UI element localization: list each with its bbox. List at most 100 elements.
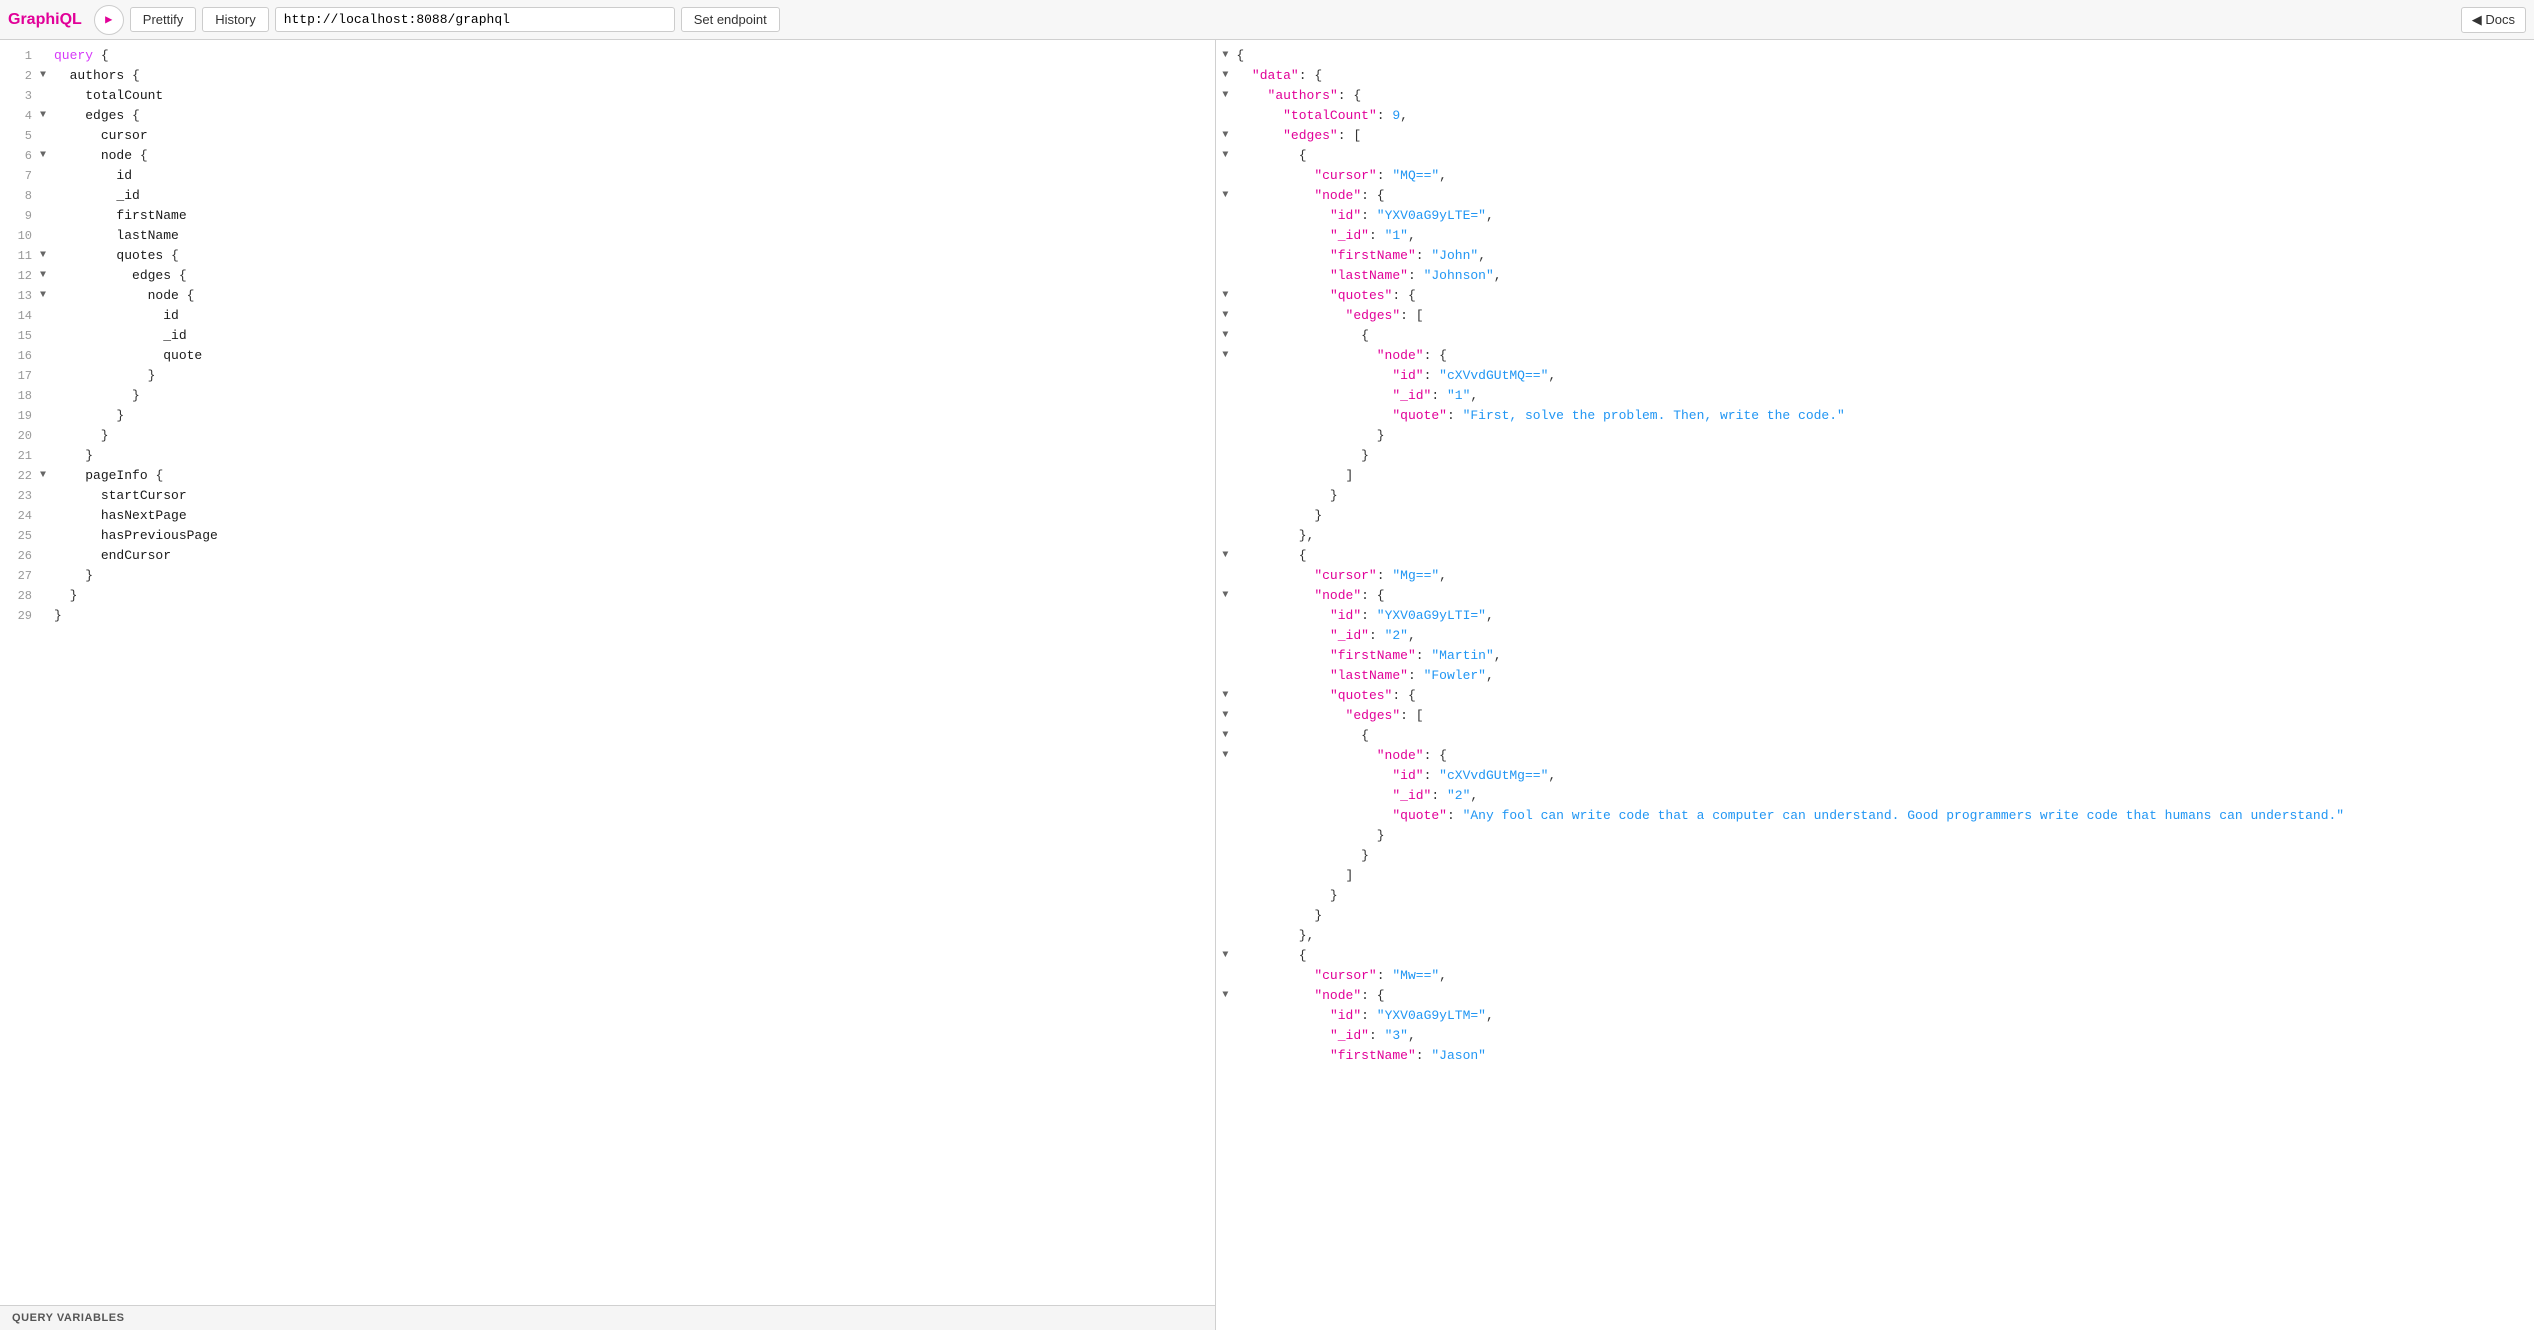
result-collapse-arrow[interactable]: ▼ — [1222, 548, 1236, 561]
collapse-arrow[interactable]: ▼ — [40, 68, 54, 81]
result-line-content: "node": { — [1236, 748, 1447, 763]
query-line: 13▼ node { — [0, 288, 1215, 308]
collapse-arrow[interactable]: ▼ — [40, 268, 54, 281]
collapse-arrow[interactable]: ▼ — [40, 468, 54, 481]
result-collapse-arrow — [1222, 528, 1236, 541]
result-line: "_id": "1", — [1216, 228, 2534, 248]
result-line: "cursor": "Mw==", — [1216, 968, 2534, 988]
collapse-arrow — [40, 408, 54, 421]
result-panel[interactable]: ▼{▼ "data": {▼ "authors": { "totalCount"… — [1216, 40, 2534, 1330]
result-line: ▼ { — [1216, 548, 2534, 568]
collapse-arrow[interactable]: ▼ — [40, 288, 54, 301]
result-collapse-arrow — [1222, 888, 1236, 901]
result-collapse-arrow[interactable]: ▼ — [1222, 348, 1236, 361]
result-line: } — [1216, 428, 2534, 448]
collapse-arrow — [40, 128, 54, 141]
result-collapse-arrow[interactable]: ▼ — [1222, 308, 1236, 321]
result-collapse-arrow[interactable]: ▼ — [1222, 328, 1236, 341]
line-number: 2 — [4, 68, 32, 83]
result-line-content: "edges": [ — [1236, 128, 1361, 143]
result-line-content: } — [1236, 908, 1322, 923]
result-collapse-arrow — [1222, 868, 1236, 881]
result-line-content: } — [1236, 848, 1369, 863]
collapse-arrow — [40, 48, 54, 61]
line-content: startCursor — [54, 488, 187, 503]
result-line-content: "id": "cXVvdGUtMQ==", — [1236, 368, 1556, 383]
result-collapse-arrow[interactable]: ▼ — [1222, 708, 1236, 721]
result-line: "firstName": "John", — [1216, 248, 2534, 268]
result-line-content: { — [1236, 948, 1306, 963]
result-collapse-arrow — [1222, 768, 1236, 781]
line-number: 16 — [4, 348, 32, 363]
endpoint-input[interactable] — [275, 7, 675, 32]
result-line: "_id": "3", — [1216, 1028, 2534, 1048]
query-line: 3 totalCount — [0, 88, 1215, 108]
set-endpoint-button[interactable]: Set endpoint — [681, 7, 780, 32]
result-collapse-arrow — [1222, 828, 1236, 841]
result-line: ▼ "authors": { — [1216, 88, 2534, 108]
result-collapse-arrow — [1222, 448, 1236, 461]
line-content: } — [54, 448, 93, 463]
result-line: "_id": "2", — [1216, 788, 2534, 808]
result-collapse-arrow[interactable]: ▼ — [1222, 748, 1236, 761]
result-collapse-arrow[interactable]: ▼ — [1222, 988, 1236, 1001]
result-line-content: { — [1236, 148, 1306, 163]
result-collapse-arrow[interactable]: ▼ — [1222, 588, 1236, 601]
query-variables-bar[interactable]: QUERY VARIABLES — [0, 1305, 1215, 1330]
result-collapse-arrow — [1222, 808, 1236, 821]
result-line-content: "node": { — [1236, 348, 1447, 363]
result-collapse-arrow — [1222, 608, 1236, 621]
result-collapse-arrow — [1222, 848, 1236, 861]
result-collapse-arrow[interactable]: ▼ — [1222, 148, 1236, 161]
result-collapse-arrow — [1222, 408, 1236, 421]
result-collapse-arrow — [1222, 1028, 1236, 1041]
result-collapse-arrow[interactable]: ▼ — [1222, 288, 1236, 301]
result-line: "id": "cXVvdGUtMg==", — [1216, 768, 2534, 788]
query-line: 17 } — [0, 368, 1215, 388]
result-line-content: "quotes": { — [1236, 288, 1415, 303]
line-number: 22 — [4, 468, 32, 483]
history-button[interactable]: History — [202, 7, 268, 32]
result-line-content: "id": "YXV0aG9yLTE=", — [1236, 208, 1493, 223]
result-line: ▼ "node": { — [1216, 188, 2534, 208]
run-button[interactable]: ▶ — [94, 5, 124, 35]
collapse-arrow[interactable]: ▼ — [40, 248, 54, 261]
collapse-arrow — [40, 388, 54, 401]
result-collapse-arrow[interactable]: ▼ — [1222, 728, 1236, 741]
result-line: "_id": "2", — [1216, 628, 2534, 648]
result-collapse-arrow[interactable]: ▼ — [1222, 48, 1236, 61]
result-collapse-arrow — [1222, 268, 1236, 281]
docs-button[interactable]: ◀ Docs — [2461, 7, 2526, 33]
app-title: GraphiQL — [8, 11, 82, 29]
result-collapse-arrow[interactable]: ▼ — [1222, 68, 1236, 81]
line-number: 11 — [4, 248, 32, 263]
result-line-content: { — [1236, 728, 1369, 743]
result-line: }, — [1216, 528, 2534, 548]
result-collapse-arrow[interactable]: ▼ — [1222, 128, 1236, 141]
result-collapse-arrow[interactable]: ▼ — [1222, 948, 1236, 961]
query-line: 19 } — [0, 408, 1215, 428]
line-number: 27 — [4, 568, 32, 583]
result-collapse-arrow — [1222, 388, 1236, 401]
result-collapse-arrow[interactable]: ▼ — [1222, 188, 1236, 201]
result-line-content: } — [1236, 508, 1322, 523]
line-number: 13 — [4, 288, 32, 303]
query-editor[interactable]: 1 query {2▼ authors {3 totalCount4▼ edge… — [0, 40, 1215, 1305]
collapse-arrow[interactable]: ▼ — [40, 148, 54, 161]
collapse-arrow[interactable]: ▼ — [40, 108, 54, 121]
result-line: ▼ { — [1216, 328, 2534, 348]
result-line: ▼ "quotes": { — [1216, 288, 2534, 308]
result-line-content: "id": "cXVvdGUtMg==", — [1236, 768, 1556, 783]
result-line: "cursor": "MQ==", — [1216, 168, 2534, 188]
result-line: "id": "cXVvdGUtMQ==", — [1216, 368, 2534, 388]
result-collapse-arrow — [1222, 908, 1236, 921]
result-collapse-arrow — [1222, 968, 1236, 981]
prettify-button[interactable]: Prettify — [130, 7, 196, 32]
line-content: } — [54, 568, 93, 583]
collapse-arrow — [40, 568, 54, 581]
result-collapse-arrow[interactable]: ▼ — [1222, 688, 1236, 701]
result-collapse-arrow[interactable]: ▼ — [1222, 88, 1236, 101]
result-line-content: "quote": "Any fool can write code that a… — [1236, 808, 2344, 823]
line-number: 14 — [4, 308, 32, 323]
line-content: quote — [54, 348, 202, 363]
